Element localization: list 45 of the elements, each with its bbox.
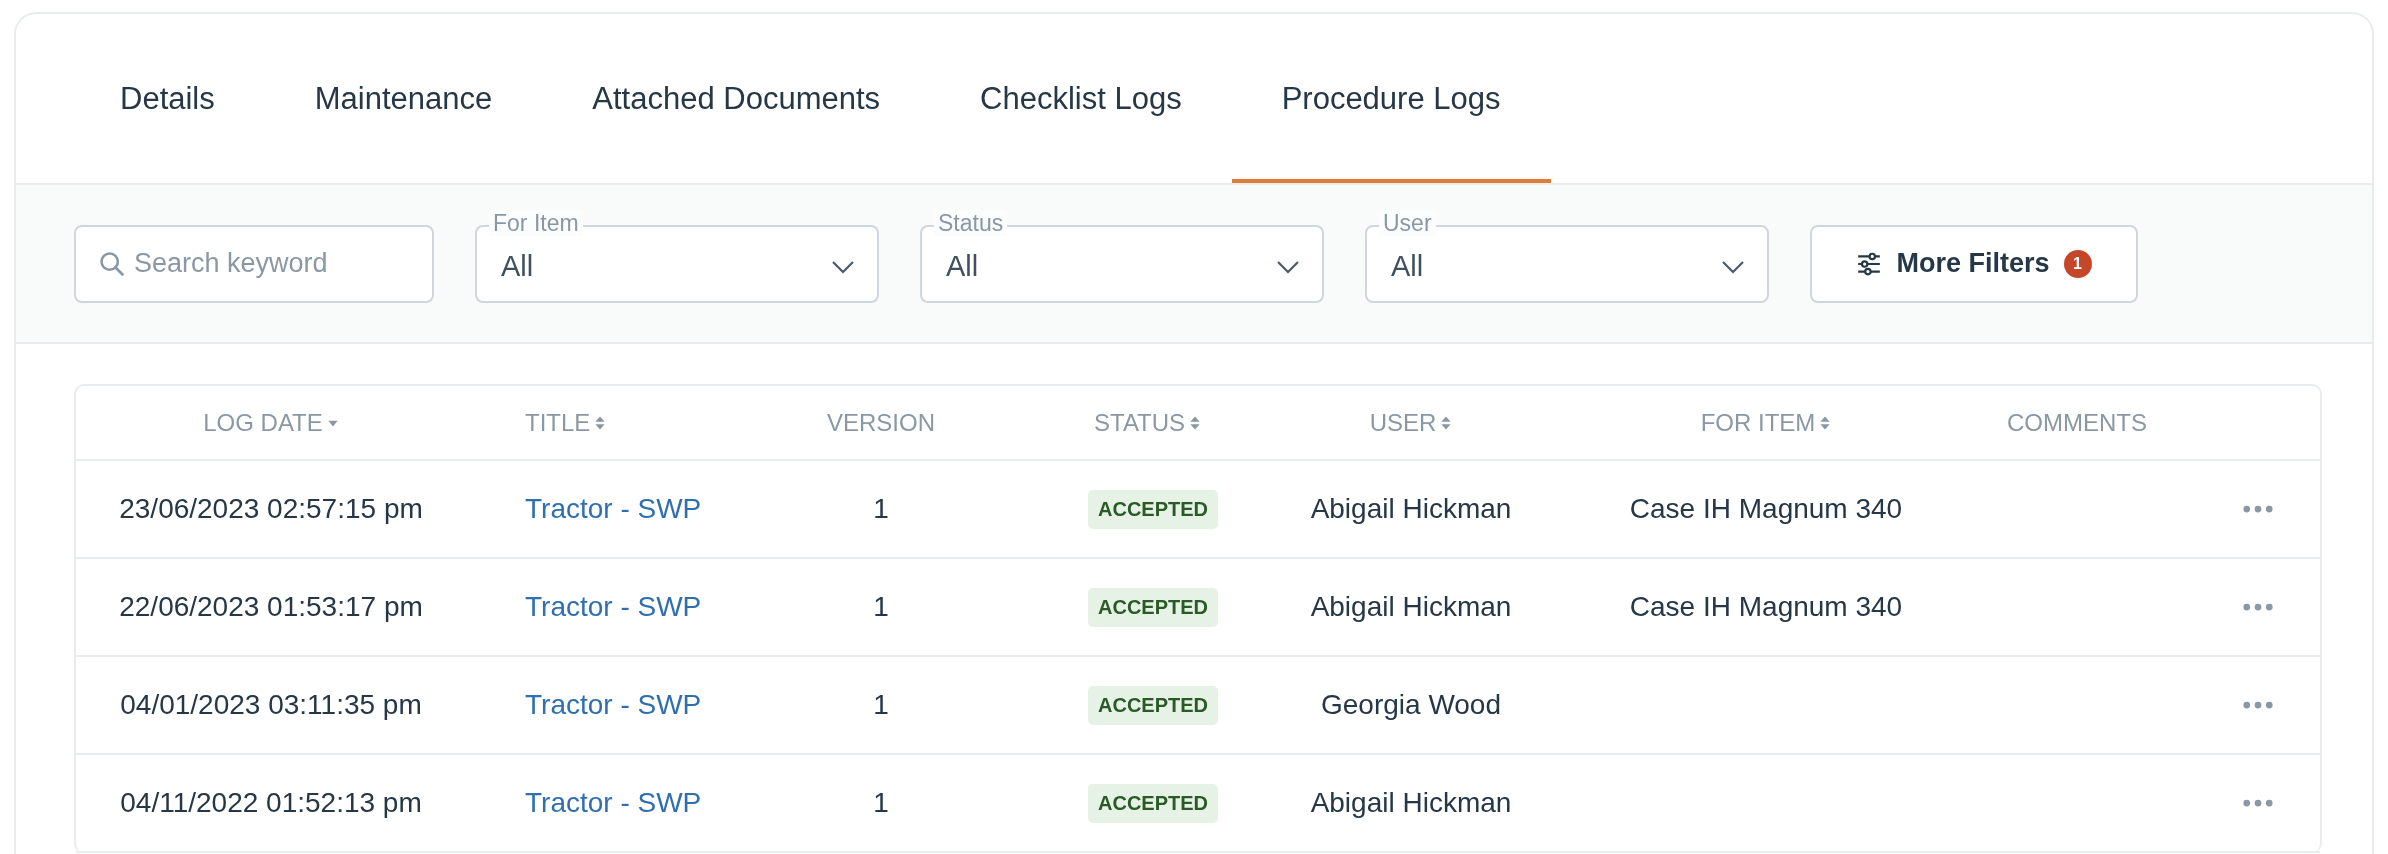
version: 1 [873, 591, 889, 622]
log-date: 23/06/2023 02:57:15 pm [119, 493, 423, 524]
chevron-down-icon [1721, 259, 1745, 274]
log-date: 04/01/2023 03:11:35 pm [120, 689, 422, 720]
status-badge: ACCEPTED [1088, 587, 1218, 627]
column-header[interactable]: LOG DATE [203, 408, 339, 437]
more-options-icon[interactable] [2243, 701, 2273, 709]
user-name: Abigail Hickman [1310, 787, 1512, 818]
count-badge: 1 [2063, 249, 2092, 278]
user-name: Abigail Hickman [1310, 591, 1512, 622]
title-link[interactable]: Tractor - SWP [525, 787, 702, 818]
user-name: Georgia Wood [1321, 689, 1501, 720]
title-link[interactable]: Tractor - SWP [525, 689, 702, 720]
tab[interactable]: Checklist Logs [930, 14, 1232, 183]
status-badge: ACCEPTED [1088, 685, 1218, 725]
version: 1 [873, 493, 889, 524]
status-badge: ACCEPTED [1088, 783, 1218, 823]
column-header[interactable]: USER [1369, 408, 1453, 437]
status-badge: ACCEPTED [1088, 489, 1218, 529]
more-filters-button[interactable]: More Filters 1 [1810, 224, 2138, 303]
more-options-icon[interactable] [2243, 603, 2273, 611]
column-header[interactable]: STATUS [1094, 408, 1202, 437]
version: 1 [873, 787, 889, 818]
tab[interactable]: Attached Documents [542, 14, 931, 183]
search-field[interactable]: Search keyword [74, 224, 434, 303]
column-header[interactable]: COMMENTS [2007, 408, 2147, 437]
log-date: 04/11/2022 01:52:13 pm [120, 787, 422, 818]
more-options-icon[interactable] [2243, 505, 2273, 513]
column-header[interactable]: VERSION [827, 408, 935, 437]
chevron-down-icon [831, 259, 855, 274]
version: 1 [873, 689, 889, 720]
column-header[interactable]: FOR ITEM [1700, 408, 1832, 437]
item-name: Case IH Magnum 340 [1629, 591, 1903, 622]
sliders-icon [1856, 251, 1883, 276]
title-link[interactable]: Tractor - SWP [525, 591, 702, 622]
column-header[interactable]: TITLE [525, 408, 607, 437]
tab[interactable]: Maintenance [264, 14, 543, 183]
user-name: Abigail Hickman [1310, 493, 1512, 524]
chevron-down-icon [1276, 259, 1300, 274]
more-options-icon[interactable] [2243, 799, 2273, 807]
item-name: Case IH Magnum 340 [1629, 493, 1903, 524]
title-link[interactable]: Tractor - SWP [525, 493, 702, 524]
log-date: 22/06/2023 01:53:17 pm [119, 591, 423, 622]
search-icon [98, 249, 126, 278]
tab[interactable]: Details [70, 14, 265, 183]
